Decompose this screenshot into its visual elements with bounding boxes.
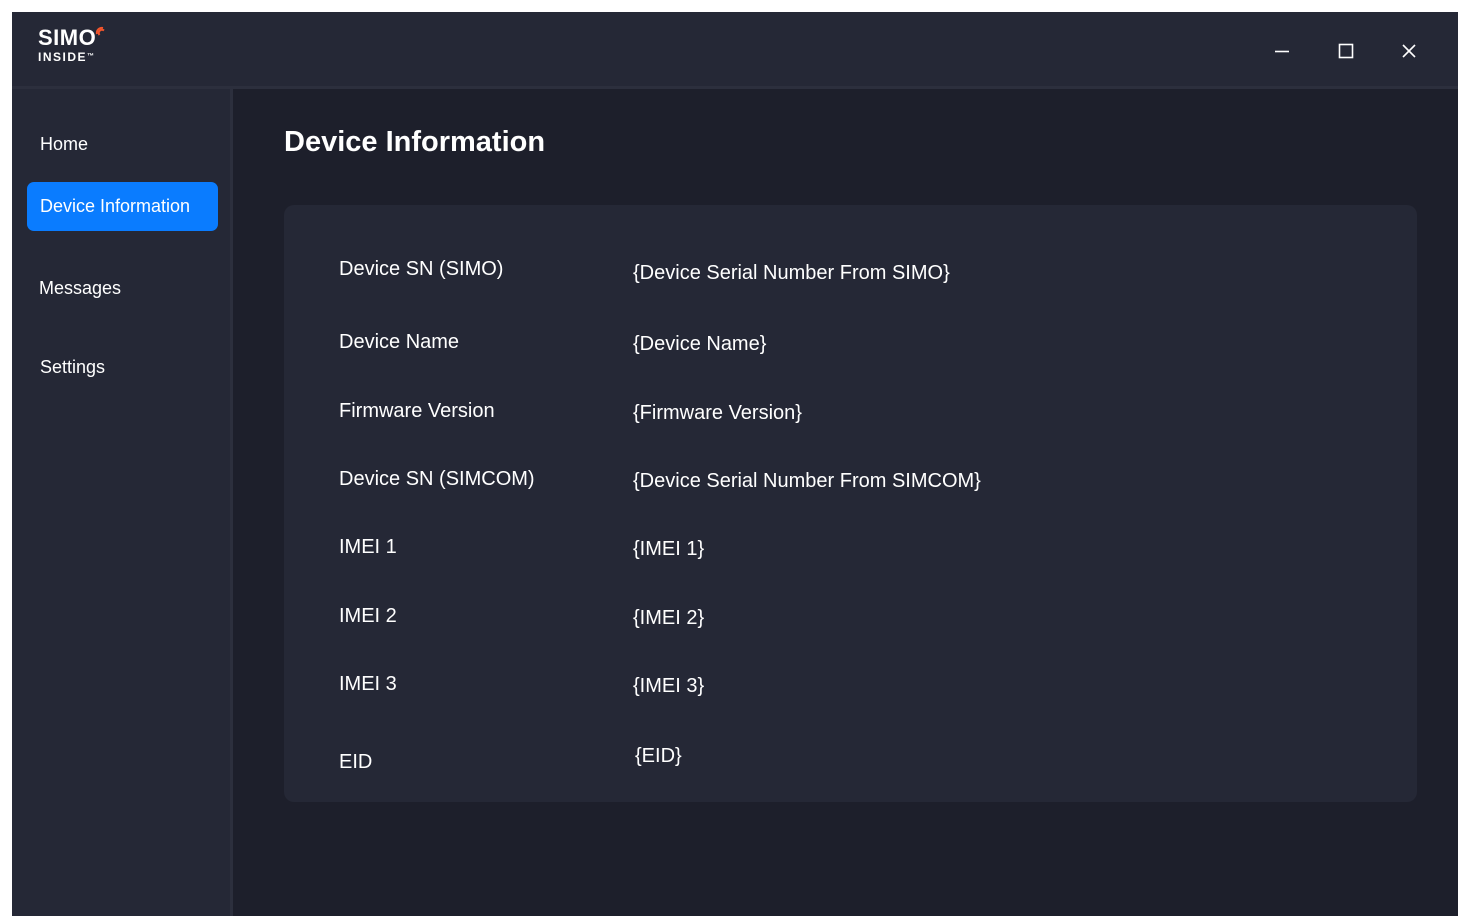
app-window: SIMO INSIDE™ Home Device Information Mes… [12, 12, 1458, 916]
sidebar-item-device-information[interactable]: Device Information [27, 182, 218, 231]
minimize-button[interactable] [1267, 36, 1297, 66]
firmware-version-label: Firmware Version [339, 400, 495, 422]
imei-2-label: IMEI 2 [339, 605, 397, 627]
simo-logo: SIMO INSIDE™ [38, 25, 105, 64]
close-icon [1402, 44, 1416, 58]
imei-2-value: {IMEI 2} [633, 607, 705, 629]
minimize-icon [1275, 50, 1289, 53]
title-bar: SIMO INSIDE™ [12, 12, 1458, 89]
sidebar-item-settings[interactable]: Settings [27, 343, 218, 392]
imei-1-value: {IMEI 1} [633, 538, 705, 560]
sidebar-item-label: Messages [39, 278, 122, 298]
logo-trademark: ™ [87, 53, 95, 60]
imei-3-label: IMEI 3 [339, 673, 397, 695]
imei-1-label: IMEI 1 [339, 536, 397, 558]
sidebar-item-label: Device Information [40, 196, 191, 216]
eid-label: EID [339, 751, 373, 773]
sidebar-item-label: Settings [40, 357, 106, 377]
firmware-version-value: {Firmware Version} [633, 402, 802, 424]
logo-text-top: SIMO [38, 25, 97, 50]
device-info-card: Device SN (SIMO) {Device Serial Number F… [284, 205, 1417, 802]
device-sn-simo-value: {Device Serial Number From SIMO} [633, 262, 950, 284]
page-title: Device Information [284, 126, 546, 158]
logo-signal-icon [95, 26, 105, 36]
imei-3-value: {IMEI 3} [633, 675, 705, 697]
eid-value: {EID} [635, 745, 682, 767]
device-name-value: {Device Name} [633, 333, 767, 355]
maximize-icon [1338, 43, 1354, 59]
sidebar: Home Device Information Messages Setting… [12, 89, 233, 916]
device-sn-simcom-label: Device SN (SIMCOM) [339, 468, 535, 490]
sidebar-item-home[interactable]: Home [27, 120, 218, 169]
device-sn-simo-label: Device SN (SIMO) [339, 258, 504, 280]
logo-text-bottom: INSIDE [38, 50, 88, 64]
sidebar-item-messages[interactable]: Messages [26, 264, 217, 313]
device-sn-simcom-value: {Device Serial Number From SIMCOM} [633, 470, 981, 492]
maximize-button[interactable] [1331, 36, 1361, 66]
sidebar-item-label: Home [40, 134, 89, 154]
device-name-label: Device Name [339, 331, 460, 353]
close-button[interactable] [1394, 36, 1424, 66]
